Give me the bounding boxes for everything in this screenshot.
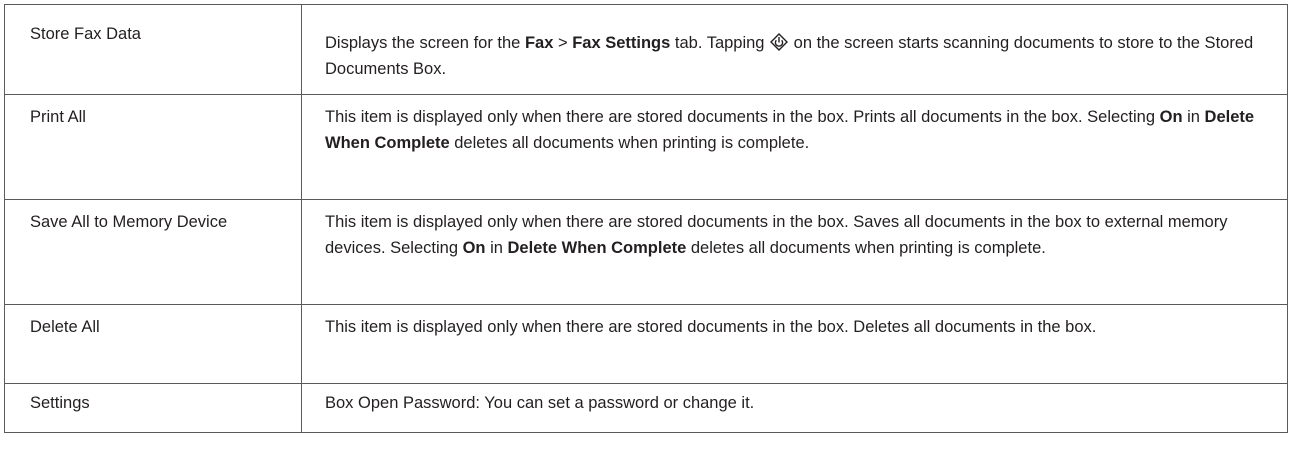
bold-term: On — [462, 239, 486, 257]
table-row: Settings Box Open Password: You can set … — [4, 383, 1288, 433]
bold-term: On — [1159, 108, 1183, 126]
item-name: Delete All — [4, 304, 302, 384]
item-description: Box Open Password: You can set a passwor… — [301, 383, 1288, 433]
start-icon — [770, 33, 789, 51]
bold-term: Fax — [524, 34, 554, 52]
settings-table: Store Fax Data Displays the screen for t… — [4, 4, 1288, 433]
item-name: Print All — [4, 94, 302, 200]
item-description: This item is displayed only when there a… — [301, 304, 1288, 384]
item-description: Displays the screen for the Fax > Fax Se… — [301, 4, 1288, 95]
table-row: Print All This item is displayed only wh… — [4, 94, 1288, 200]
item-name: Store Fax Data — [4, 4, 302, 95]
table-row: Delete All This item is displayed only w… — [4, 304, 1288, 384]
table-row: Store Fax Data Displays the screen for t… — [4, 4, 1288, 95]
bold-term: Delete When Complete — [507, 239, 687, 257]
item-name: Save All to Memory Device — [4, 199, 302, 305]
table-row: Save All to Memory Device This item is d… — [4, 199, 1288, 305]
item-description: This item is displayed only when there a… — [301, 199, 1288, 305]
bold-term: Fax Settings — [572, 34, 671, 52]
item-description: This item is displayed only when there a… — [301, 94, 1288, 200]
item-name: Settings — [4, 383, 302, 433]
